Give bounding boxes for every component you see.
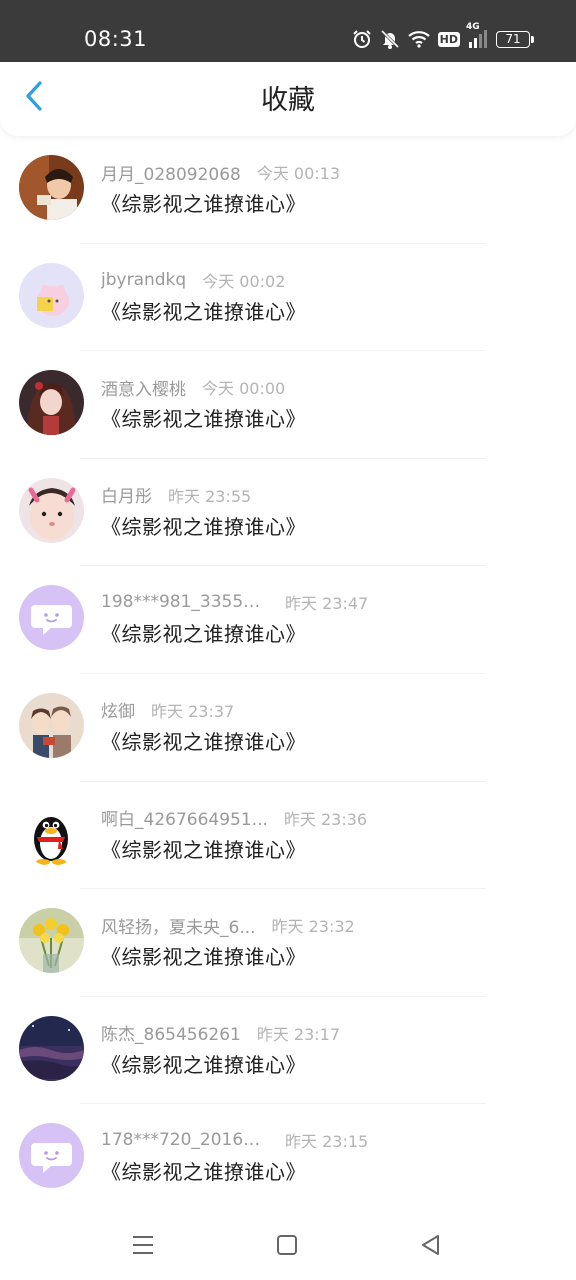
back-triangle-icon[interactable]	[418, 1232, 444, 1258]
item-meta: 178***720_20169... 昨天 23:15	[101, 1127, 368, 1153]
avatar[interactable]	[19, 908, 84, 974]
timestamp: 今天 00:02	[202, 271, 286, 291]
timestamp: 昨天 23:15	[285, 1132, 369, 1152]
username[interactable]: jbyrandkq	[101, 270, 186, 290]
status-bar: 08:31 HD 4G 71	[0, 0, 576, 62]
book-title[interactable]: 《综影视之谁撩谁心》	[101, 513, 306, 541]
item-meta: 月月_028092068 今天 00:13	[101, 159, 340, 185]
username[interactable]: 风轻扬，夏未央_6...	[101, 913, 256, 938]
timestamp: 昨天 23:47	[285, 594, 369, 614]
battery-level: 71	[505, 32, 521, 46]
favorites-list: 月月_028092068 今天 00:13 《综影视之谁撩谁心》 jbyrand…	[0, 136, 576, 1212]
item-meta: 白月彤 昨天 23:55	[101, 482, 251, 508]
avatar[interactable]	[19, 1123, 84, 1189]
book-title[interactable]: 《综影视之谁撩谁心》	[101, 1051, 306, 1079]
timestamp: 今天 00:13	[256, 164, 341, 183]
system-nav-bar	[0, 1210, 576, 1280]
timestamp: 昨天 23:17	[256, 1024, 341, 1044]
status-icons: HD 4G 71	[352, 22, 534, 51]
item-meta: 风轻扬，夏未央_6... 昨天 23:32	[101, 912, 355, 938]
list-item[interactable]: 白月彤 昨天 23:55 《综影视之谁撩谁心》	[0, 459, 576, 567]
timestamp: 昨天 23:36	[283, 809, 368, 829]
username[interactable]: 炫御	[101, 697, 135, 722]
avatar[interactable]	[19, 585, 84, 651]
timestamp: 今天 00:00	[202, 379, 286, 399]
list-item[interactable]: 风轻扬，夏未央_6... 昨天 23:32 《综影视之谁撩谁心》	[0, 889, 576, 997]
item-meta: 啊白_4267664951... 昨天 23:36	[101, 805, 367, 831]
username[interactable]: 月月_028092068	[101, 160, 241, 185]
book-title[interactable]: 《综影视之谁撩谁心》	[101, 298, 306, 326]
list-item[interactable]: jbyrandkq 今天 00:02 《综影视之谁撩谁心》	[0, 244, 576, 352]
username[interactable]: 198***981_33558...	[101, 592, 269, 612]
list-item[interactable]: 炫御 昨天 23:37 《综影视之谁撩谁心》	[0, 674, 576, 782]
wifi-icon	[407, 30, 430, 48]
item-meta: 198***981_33558... 昨天 23:47	[101, 589, 368, 615]
list-item[interactable]: 酒意入樱桃 今天 00:00 《综影视之谁撩谁心》	[0, 351, 576, 459]
avatar[interactable]	[19, 370, 84, 436]
mute-bell-icon	[380, 29, 400, 49]
avatar[interactable]	[19, 155, 84, 220]
book-title[interactable]: 《综影视之谁撩谁心》	[101, 620, 306, 648]
home-square-icon[interactable]	[274, 1232, 300, 1258]
book-title[interactable]: 《综影视之谁撩谁心》	[101, 190, 306, 218]
battery-icon: 71	[496, 30, 534, 48]
network-type: 4G	[466, 22, 480, 32]
list-item[interactable]: 198***981_33558... 昨天 23:47 《综影视之谁撩谁心》	[0, 566, 576, 674]
username[interactable]: 啊白_4267664951...	[101, 805, 268, 830]
username[interactable]: 白月彤	[101, 482, 152, 507]
alarm-icon	[352, 29, 372, 49]
item-meta: 酒意入樱桃 今天 00:00	[101, 374, 285, 400]
list-item[interactable]: 178***720_20169... 昨天 23:15 《综影视之谁撩谁心》	[0, 1104, 576, 1212]
item-meta: jbyrandkq 今天 00:02	[101, 267, 285, 293]
book-title[interactable]: 《综影视之谁撩谁心》	[101, 836, 306, 864]
status-time: 08:31	[84, 27, 148, 51]
page-title: 收藏	[261, 85, 315, 116]
list-item[interactable]: 月月_028092068 今天 00:13 《综影视之谁撩谁心》	[0, 136, 576, 244]
hd-icon: HD	[437, 31, 460, 47]
book-title[interactable]: 《综影视之谁撩谁心》	[101, 405, 306, 433]
book-title[interactable]: 《综影视之谁撩谁心》	[101, 943, 306, 971]
app-header: 收藏	[0, 62, 576, 136]
item-meta: 陈杰_865456261 昨天 23:17	[101, 1020, 340, 1046]
timestamp: 昨天 23:37	[151, 701, 235, 721]
avatar[interactable]	[19, 262, 84, 328]
timestamp: 昨天 23:32	[271, 917, 355, 937]
username[interactable]: 178***720_20169...	[101, 1130, 269, 1150]
avatar[interactable]	[19, 1015, 84, 1081]
item-meta: 炫御 昨天 23:37	[101, 697, 234, 723]
signal-icon: 4G	[466, 22, 488, 48]
list-item[interactable]: 陈杰_865456261 昨天 23:17 《综影视之谁撩谁心》	[0, 997, 576, 1105]
list-item[interactable]: 啊白_4267664951... 昨天 23:36 《综影视之谁撩谁心》	[0, 782, 576, 890]
book-title[interactable]: 《综影视之谁撩谁心》	[101, 1158, 306, 1186]
avatar[interactable]	[19, 800, 84, 866]
username[interactable]: 酒意入樱桃	[101, 375, 186, 400]
book-title[interactable]: 《综影视之谁撩谁心》	[101, 728, 306, 756]
avatar[interactable]	[19, 692, 84, 758]
timestamp: 昨天 23:55	[168, 486, 252, 506]
avatar[interactable]	[19, 477, 84, 543]
menu-icon[interactable]	[130, 1232, 156, 1258]
username[interactable]: 陈杰_865456261	[101, 1020, 241, 1045]
